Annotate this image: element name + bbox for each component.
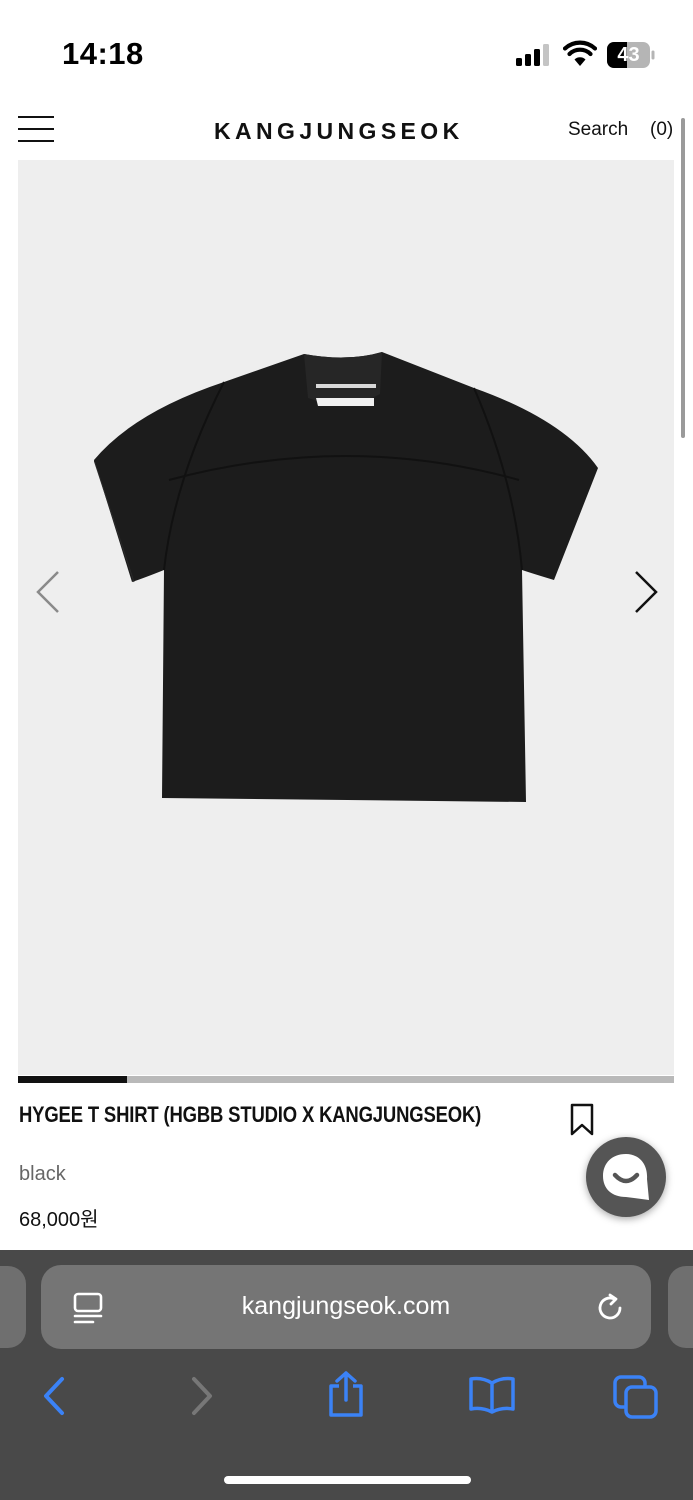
cellular-signal-icon xyxy=(516,44,552,66)
battery-percentage: 43 xyxy=(617,44,640,66)
product-image-gallery[interactable] xyxy=(18,160,674,1075)
bookmark-icon[interactable] xyxy=(569,1103,595,1137)
product-color: black xyxy=(19,1163,66,1185)
search-link[interactable]: Search xyxy=(568,119,628,141)
status-bar: 14:18 43 xyxy=(0,0,693,100)
share-icon[interactable] xyxy=(326,1370,366,1418)
back-icon[interactable] xyxy=(40,1376,68,1416)
page-scrollbar[interactable] xyxy=(681,118,685,438)
carousel-progress-bar xyxy=(18,1076,674,1083)
chat-icon xyxy=(603,1154,649,1200)
product-name: HYGEE T SHIRT (HGBB STUDIO X KANGJUNGSEO… xyxy=(19,1102,482,1127)
previous-tab-preview[interactable] xyxy=(0,1266,26,1348)
product-price: 68,000원 xyxy=(19,1209,99,1231)
wifi-icon xyxy=(563,40,597,66)
address-bar[interactable]: kangjungseok.com xyxy=(41,1265,651,1349)
carousel-progress-fill xyxy=(18,1076,127,1083)
chevron-right-icon[interactable] xyxy=(632,570,660,614)
forward-icon[interactable] xyxy=(188,1376,216,1416)
next-tab-preview[interactable] xyxy=(668,1266,693,1348)
battery-icon: 43 xyxy=(607,42,655,68)
chat-button[interactable] xyxy=(586,1137,666,1217)
tabs-icon[interactable] xyxy=(612,1374,660,1420)
cart-count-link[interactable]: (0) xyxy=(650,119,673,141)
brand-logo[interactable]: KANGJUNGSEOK xyxy=(214,118,464,145)
product-image-tshirt xyxy=(94,352,598,802)
home-indicator[interactable] xyxy=(224,1476,471,1484)
bookmarks-icon[interactable] xyxy=(468,1376,516,1414)
url-text[interactable]: kangjungseok.com xyxy=(41,1292,651,1321)
chevron-left-icon[interactable] xyxy=(34,570,62,614)
hamburger-menu-icon[interactable] xyxy=(18,116,54,144)
browser-toolbar: kangjungseok.com xyxy=(0,1250,693,1500)
status-time: 14:18 xyxy=(62,36,144,71)
reload-icon[interactable] xyxy=(595,1292,627,1324)
site-header: KANGJUNGSEOK Search (0) xyxy=(18,100,674,160)
